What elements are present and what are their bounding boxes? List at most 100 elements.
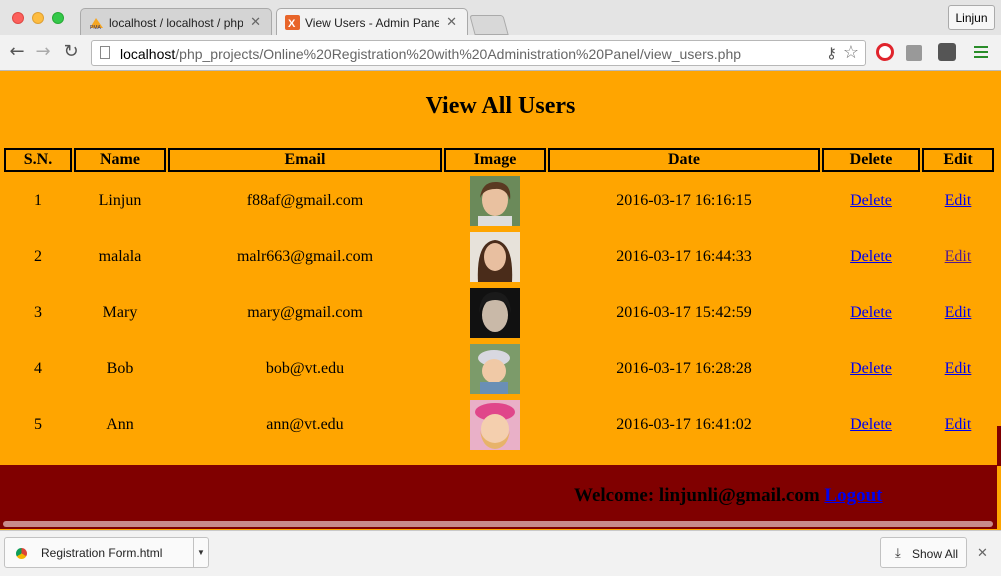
edit-link[interactable]: Edit [945,304,972,321]
back-arrow-icon[interactable]: ← [6,41,28,63]
user-photo [470,288,520,338]
email-cell: ann@vt.edu [266,416,344,433]
page-title: View All Users [425,93,576,119]
horizontal-scrollbar[interactable] [3,521,993,527]
chrome-file-icon [16,548,27,559]
extension-icon[interactable] [938,43,956,61]
date-cell: 2016-03-17 16:16:15 [616,192,752,209]
user-photo [470,232,520,282]
column-header: Delete [822,148,920,172]
tab-title: View Users - Admin Panel [305,16,439,30]
delete-cell: Delete [822,286,920,340]
name-cell: Ann [106,416,134,433]
delete-cell: Delete [822,174,920,228]
user-photo [470,400,520,450]
image-cell [444,174,546,228]
delete-link[interactable]: Delete [850,248,892,265]
tab-view-users[interactable]: X View Users - Admin Panel ✕ [276,8,468,36]
image-cell [444,342,546,396]
edit-link[interactable]: Edit [945,360,972,377]
download-item[interactable]: Registration Form.html ▼ [4,537,209,568]
close-window-button[interactable] [12,12,24,24]
phpmyadmin-icon: PMA [90,18,103,30]
name-cell: Bob [106,360,134,377]
email-cell: bob@vt.edu [265,360,345,377]
minimize-window-button[interactable] [32,12,44,24]
opera-extension-icon[interactable] [876,43,894,61]
email-cell: mary@gmail.com [247,304,363,321]
page-footer: Welcome: linjunli@gmail.com Logout [0,465,997,529]
column-header: Email [168,148,442,172]
sn-cell: 1 [34,192,42,209]
svg-text:X: X [288,18,296,30]
column-header: S.N. [4,148,72,172]
welcome-message: Welcome: linjunli@gmail.com Logout [574,485,882,507]
chevron-down-icon[interactable]: ▼ [193,538,208,567]
user-photo [470,176,520,226]
sn-cell: 4 [34,360,42,377]
sn-cell: 5 [34,416,42,433]
svg-text:PMA: PMA [90,25,102,30]
maximize-window-button[interactable] [52,12,64,24]
column-header: Image [444,148,546,172]
xampp-icon: X [285,15,300,30]
page-icon [100,46,110,59]
menu-icon[interactable] [974,46,988,61]
close-shelf-icon[interactable]: ✕ [977,545,988,561]
image-cell [444,286,546,340]
key-icon[interactable]: ⚷ [826,44,837,63]
tab-phpmyadmin[interactable]: PMA localhost / localhost / php ✕ [80,8,272,35]
name-cell: Linjun [98,192,142,209]
reload-icon[interactable]: ↻ [60,41,82,63]
email-cell: malr663@gmail.com [236,248,374,265]
edit-link[interactable]: Edit [945,192,972,209]
download-filename: Registration Form.html [41,546,163,560]
edit-link[interactable]: Edit [945,248,972,265]
date-cell: 2016-03-17 15:42:59 [616,304,752,321]
table-row: 3 Mary mary@gmail.com 2016-03-17 15:42:5… [4,286,994,340]
extension-icon[interactable] [906,45,922,61]
edit-link[interactable]: Edit [945,416,972,433]
delete-link[interactable]: Delete [850,416,892,433]
forward-arrow-icon[interactable]: → [32,41,54,63]
show-all-label: Show All [912,547,959,561]
edit-cell: Edit [922,230,994,284]
name-cell: malala [98,248,142,265]
delete-cell: Delete [822,230,920,284]
edit-cell: Edit [922,174,994,228]
delete-link[interactable]: Delete [850,192,892,209]
url-text[interactable]: localhost/php_projects/Online%20Registra… [120,46,741,62]
close-tab-icon[interactable]: ✕ [446,14,457,30]
bookmark-star-icon[interactable]: ☆ [843,42,859,63]
email-cell: f88af@gmail.com [246,192,364,209]
delete-link[interactable]: Delete [850,304,892,321]
profile-button[interactable]: Linjun [948,5,995,30]
date-cell: 2016-03-17 16:28:28 [616,360,752,377]
address-bar[interactable]: localhost/php_projects/Online%20Registra… [91,40,866,66]
name-cell: Mary [102,304,138,321]
page-edge-dark [997,426,1001,466]
sn-cell: 3 [34,304,42,321]
table-row: 4 Bob bob@vt.edu 2016-03-17 16:28:28 Del… [4,342,994,396]
table-row: 2 malala malr663@gmail.com 2016-03-17 16… [4,230,994,284]
delete-link[interactable]: Delete [850,360,892,377]
logout-link[interactable]: Logout [824,485,882,506]
page-edge [997,71,1001,529]
table-row: 5 Ann ann@vt.edu 2016-03-17 16:41:02 Del… [4,398,994,452]
image-cell [444,230,546,284]
image-cell [444,398,546,452]
browser-chrome: PMA localhost / localhost / php ✕ X View… [0,0,1001,71]
delete-cell: Delete [822,342,920,396]
column-header: Date [548,148,820,172]
tab-title: localhost / localhost / php [109,16,243,30]
show-all-button[interactable]: ⤓ Show All [880,537,967,568]
close-tab-icon[interactable]: ✕ [250,14,261,30]
users-table: S.N. Name Email Image Date Delete Edit 1… [2,146,996,454]
delete-cell: Delete [822,398,920,452]
user-photo [470,344,520,394]
edit-cell: Edit [922,398,994,452]
new-tab-button[interactable] [469,15,509,35]
date-cell: 2016-03-17 16:41:02 [616,416,752,433]
sn-cell: 2 [34,248,42,265]
download-icon: ⤓ [895,545,901,560]
